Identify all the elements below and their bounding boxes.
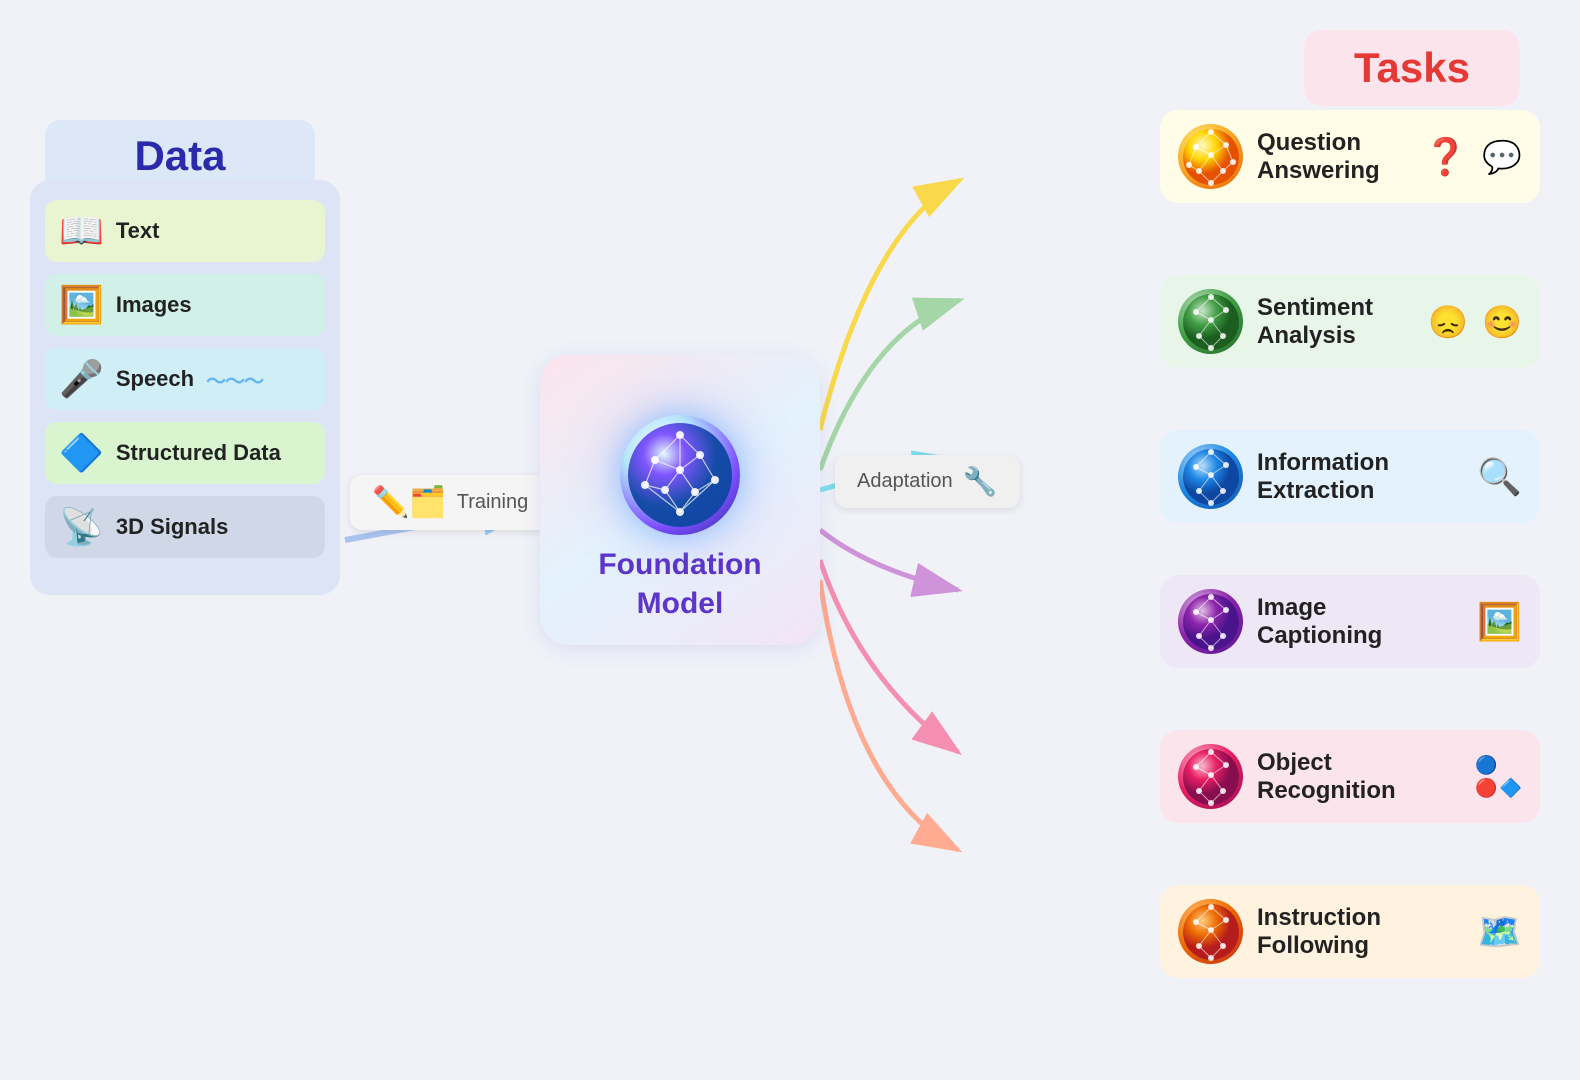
- adaptation-box: Adaptation 🔧: [835, 455, 1020, 508]
- task-card-sentiment: SentimentAnalysis 😞 😊: [1160, 275, 1540, 368]
- foundation-model-box: FoundationModel: [540, 355, 820, 645]
- data-item-images: 🖼️ Images: [45, 274, 325, 336]
- task-card-instr: InstructionFollowing 🗺️: [1160, 885, 1540, 978]
- structured-icon: 🔷: [59, 432, 104, 474]
- sphere-qa: [1178, 124, 1243, 189]
- instr-icon: 🗺️: [1477, 911, 1522, 953]
- training-box: ✏️🗂️ Training: [350, 475, 550, 530]
- info-ext-icon: 🔍: [1477, 456, 1522, 498]
- data-item-structured: 🔷 Structured Data: [45, 422, 325, 484]
- data-panel: 📖 Text 🖼️ Images 🎤 Speech 〜〜〜 🔷 Structur…: [30, 180, 340, 595]
- sphere-sentiment: [1178, 289, 1243, 354]
- task-instr-label: InstructionFollowing: [1257, 904, 1463, 960]
- obj-rec-icon: 🔵🔴🔷: [1475, 755, 1522, 799]
- training-icon: ✏️🗂️: [372, 485, 447, 520]
- 3d-icon: 📡: [59, 506, 104, 548]
- task-img-cap-label: ImageCaptioning: [1257, 594, 1463, 650]
- data-item-structured-label: Structured Data: [116, 440, 281, 466]
- img-cap-icon: 🖼️: [1477, 601, 1522, 643]
- data-item-text-label: Text: [116, 218, 160, 244]
- adaptation-icon: 🔧: [963, 465, 998, 498]
- data-item-speech-label: Speech: [116, 366, 194, 392]
- speech-icon: 🎤: [59, 358, 104, 400]
- task-card-img-cap: ImageCaptioning 🖼️: [1160, 575, 1540, 668]
- task-sentiment-label: SentimentAnalysis: [1257, 294, 1414, 350]
- tasks-section-title: Tasks: [1304, 30, 1520, 106]
- foundation-model-label: FoundationModel: [598, 545, 761, 623]
- task-qa-label: QuestionAnswering: [1257, 129, 1409, 185]
- text-icon: 📖: [59, 210, 104, 252]
- task-card-obj-rec: ObjectRecognition 🔵🔴🔷: [1160, 730, 1540, 823]
- task-obj-rec-label: ObjectRecognition: [1257, 749, 1461, 805]
- sentiment-sad-icon: 😞: [1428, 303, 1468, 341]
- data-item-3d-label: 3D Signals: [116, 514, 228, 540]
- foundation-sphere: [620, 415, 740, 535]
- task-info-ext-label: InformationExtraction: [1257, 449, 1463, 505]
- data-item-text: 📖 Text: [45, 200, 325, 262]
- training-label: Training: [457, 491, 529, 514]
- task-card-qa: QuestionAnswering ❓ 💬: [1160, 110, 1540, 203]
- qa-chat-icon: 💬: [1482, 138, 1522, 176]
- qa-icon: ❓: [1423, 136, 1468, 178]
- sphere-info-ext: [1178, 444, 1243, 509]
- data-item-3d: 📡 3D Signals: [45, 496, 325, 558]
- sentiment-happy-icon: 😊: [1482, 303, 1522, 341]
- sphere-img-cap: [1178, 589, 1243, 654]
- task-card-info-ext: InformationExtraction 🔍: [1160, 430, 1540, 523]
- wave-icon: 〜〜〜: [206, 365, 263, 394]
- adaptation-label: Adaptation: [857, 470, 953, 493]
- data-item-speech: 🎤 Speech 〜〜〜: [45, 348, 325, 410]
- images-icon: 🖼️: [59, 284, 104, 326]
- sphere-instr: [1178, 899, 1243, 964]
- data-item-images-label: Images: [116, 292, 192, 318]
- sphere-obj-rec: [1178, 744, 1243, 809]
